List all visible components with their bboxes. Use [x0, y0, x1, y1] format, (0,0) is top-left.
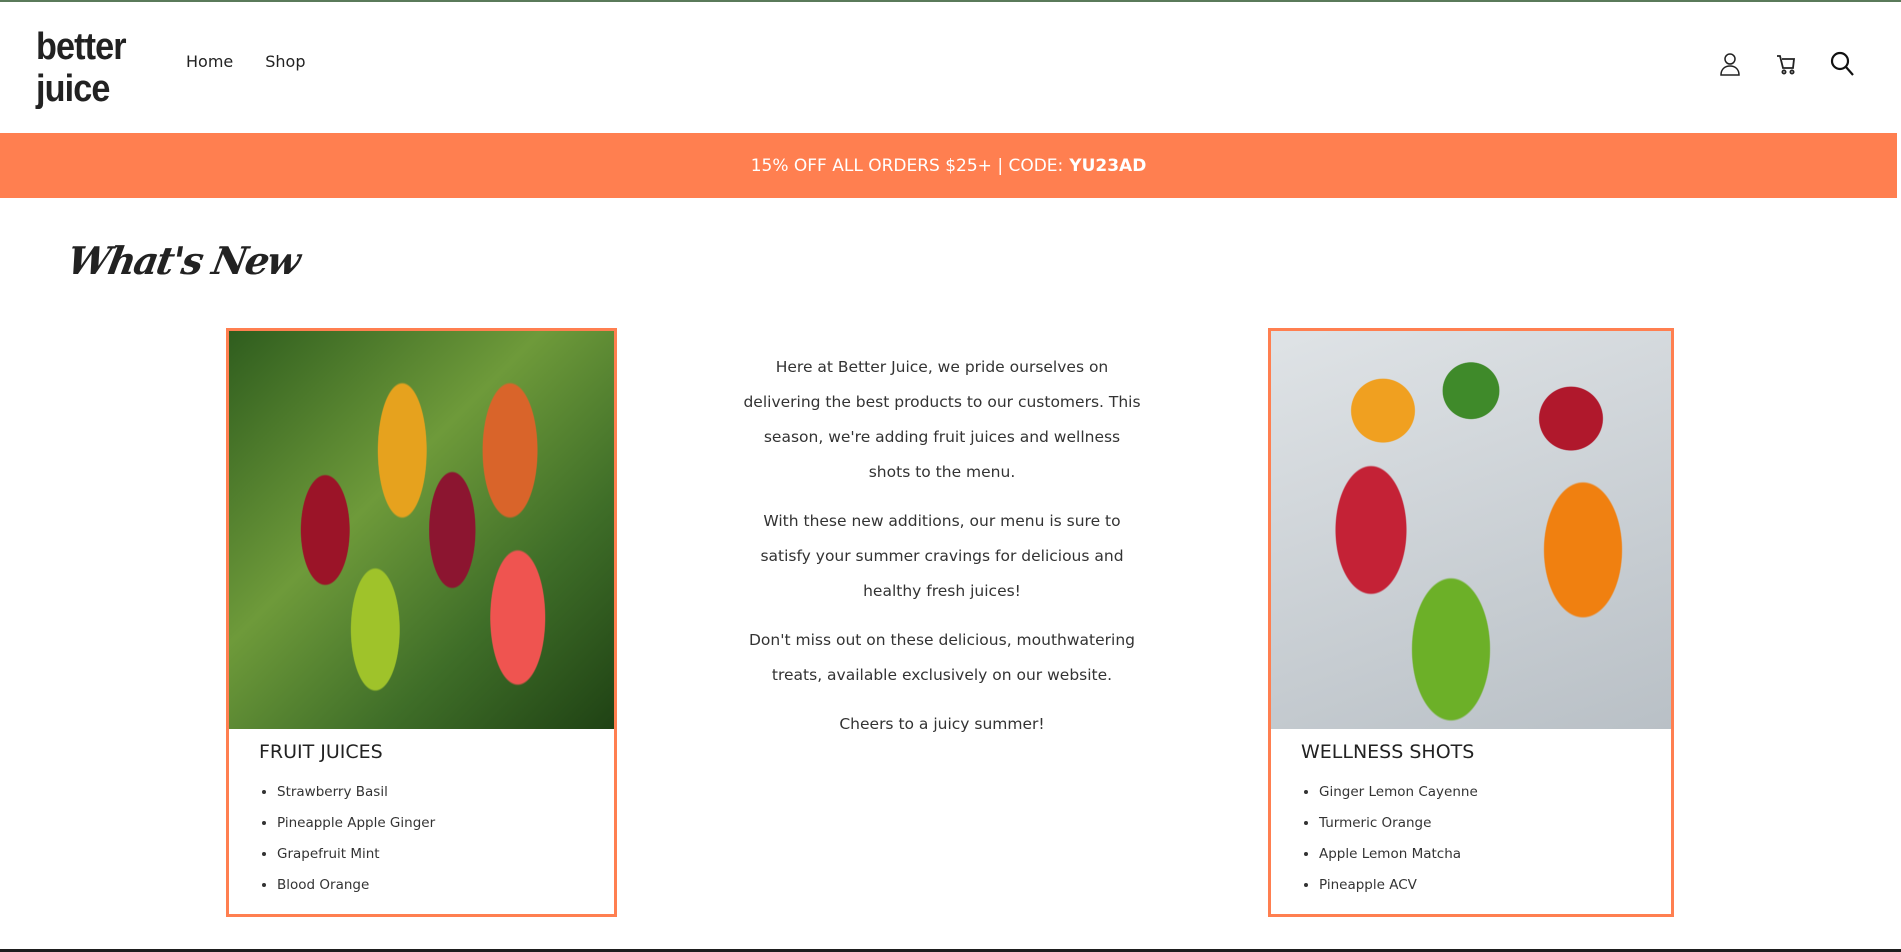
list-item: Pineapple Apple Ginger	[277, 808, 614, 839]
list-item: Pineapple ACV	[1319, 870, 1671, 901]
list-item: Strawberry Basil	[277, 777, 614, 808]
list-item: Turmeric Orange	[1319, 808, 1671, 839]
list-item: Blood Orange	[277, 870, 614, 901]
card-title: WELLNESS SHOTS	[1301, 741, 1475, 763]
section-title: What's New	[64, 238, 303, 283]
list-item: Ginger Lemon Cayenne	[1319, 777, 1671, 808]
wellness-shots-image	[1271, 331, 1671, 729]
logo-line2: juice	[36, 68, 110, 110]
list-item: Apple Lemon Matcha	[1319, 839, 1671, 870]
paragraph: Cheers to a juicy summer!	[839, 715, 1045, 733]
fruit-juices-image	[229, 331, 614, 729]
nav-home[interactable]: Home	[186, 52, 233, 71]
paragraph: With these new additions, our menu is su…	[760, 512, 1124, 600]
nav-shop[interactable]: Shop	[265, 52, 305, 71]
header-icons	[1717, 50, 1855, 78]
main-nav: Home Shop	[186, 52, 306, 71]
promo-code: YU23AD	[1069, 155, 1147, 176]
promo-banner: 15% OFF ALL ORDERS $25+ | CODE: YU23AD	[0, 133, 1897, 198]
wellness-list: Ginger Lemon Cayenne Turmeric Orange App…	[1319, 777, 1671, 901]
cart-icon[interactable]	[1773, 50, 1799, 78]
paragraph: Here at Better Juice, we pride ourselves…	[743, 358, 1141, 481]
paragraph: Don't miss out on these delicious, mouth…	[748, 631, 1135, 684]
fruit-juices-card: FRUIT JUICES Strawberry Basil Pineapple …	[226, 328, 617, 917]
fruit-list: Strawberry Basil Pineapple Apple Ginger …	[277, 777, 614, 901]
search-icon[interactable]	[1829, 50, 1855, 78]
wellness-shots-card: WELLNESS SHOTS Ginger Lemon Cayenne Turm…	[1268, 328, 1674, 917]
list-item: Grapefruit Mint	[277, 839, 614, 870]
logo[interactable]: better juice	[36, 26, 127, 110]
promo-text: 15% OFF ALL ORDERS $25+ | CODE:	[750, 155, 1064, 176]
intro-text: Here at Better Juice, we pride ourselves…	[742, 350, 1142, 756]
site-header: better juice Home Shop	[0, 2, 1901, 133]
card-title: FRUIT JUICES	[259, 741, 383, 763]
logo-line1: better	[36, 26, 127, 68]
user-icon[interactable]	[1717, 50, 1743, 78]
